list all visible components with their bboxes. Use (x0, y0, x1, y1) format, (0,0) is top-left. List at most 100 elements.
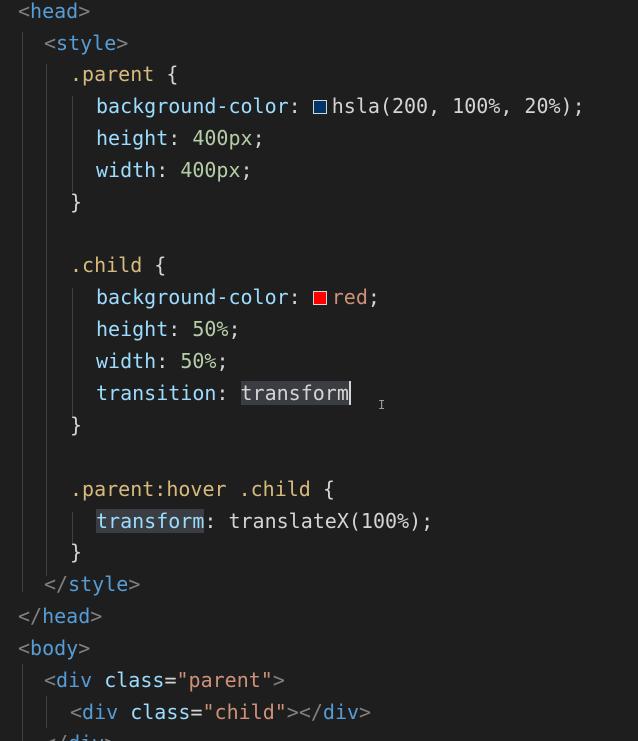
css-value: translateX(100%) (228, 509, 422, 533)
css-property: transition (96, 381, 217, 405)
tag-name: div (322, 700, 360, 724)
tag-open-bracket: </ (44, 572, 69, 596)
indent-guide (22, 32, 23, 592)
attribute-value: "parent" (176, 668, 273, 692)
attribute-name: class (104, 668, 165, 692)
brace: } (70, 540, 83, 564)
code-line[interactable]: } (70, 409, 82, 441)
equals: = (164, 668, 177, 692)
colon: : (288, 94, 313, 118)
tag-close-bracket: > (78, 0, 91, 23)
tag-open-bracket: < (70, 700, 83, 724)
brace: { (142, 253, 167, 277)
tag-open-bracket: < (44, 31, 57, 55)
code-line[interactable]: } (70, 186, 82, 218)
equals: = (190, 700, 203, 724)
code-line[interactable]: height: 400px; (96, 122, 265, 154)
code-editor[interactable]: <head> <style> .parent { background-colo… (0, 0, 638, 741)
indent-guide (22, 664, 23, 741)
semicolon: ; (216, 349, 229, 373)
tag-open-bracket: </ (44, 731, 68, 741)
mouse-cursor-icon: I (378, 398, 386, 412)
tag-open-bracket: < (44, 668, 57, 692)
text-caret (348, 381, 351, 405)
tag-name: div (56, 668, 93, 692)
css-value: 50% (180, 349, 217, 373)
color-swatch[interactable] (312, 291, 327, 305)
code-line[interactable]: .child { (70, 249, 166, 281)
indent-guide (46, 696, 47, 728)
code-line[interactable]: <div class="child"></div> (70, 696, 371, 728)
tag-open-bracket: < (18, 0, 31, 23)
tag-open-bracket: < (18, 636, 31, 660)
tag-close-bracket: > (104, 731, 116, 741)
tag-name: style (68, 572, 129, 596)
code-line[interactable]: </style> (44, 568, 140, 600)
color-swatch[interactable] (312, 100, 327, 114)
css-value: 50% (192, 317, 229, 341)
code-line[interactable]: transform: translateX(100%); (96, 505, 433, 537)
colon: : (288, 285, 313, 309)
css-selector: .parent:hover .child (70, 477, 311, 501)
code-line[interactable]: <head> (18, 0, 90, 27)
code-line[interactable]: background-color: red; (96, 281, 380, 313)
tag-close-bracket: > (128, 572, 141, 596)
code-line[interactable]: } (70, 536, 82, 568)
css-value: red (331, 285, 368, 309)
code-line[interactable]: <style> (44, 27, 128, 59)
code-line[interactable]: <body> (18, 632, 90, 664)
brace: { (154, 62, 179, 86)
tag-close-bracket: > (78, 636, 91, 660)
css-property: background-color (96, 94, 289, 118)
tag-name: div (68, 731, 104, 741)
css-value: hsla(200, 100%, 20%) (331, 94, 573, 118)
code-line[interactable]: .parent { (70, 58, 178, 90)
tag-name: head (30, 0, 79, 23)
attribute-name: class (130, 700, 191, 724)
colon: : (216, 381, 241, 405)
tag-close-bracket: > (90, 604, 103, 628)
indent-guide (72, 96, 73, 192)
colon: : (168, 317, 193, 341)
semicolon: ; (572, 94, 585, 118)
css-property: background-color (96, 285, 289, 309)
code-line[interactable]: background-color: hsla(200, 100%, 20%); (96, 90, 585, 122)
brace: } (70, 190, 83, 214)
colon: : (156, 349, 181, 373)
css-property: width (96, 349, 157, 373)
tag-name: style (56, 31, 117, 55)
colon: : (168, 126, 193, 150)
css-property: transform (96, 509, 205, 533)
tag-close-bracket: > (272, 668, 285, 692)
semicolon: ; (367, 285, 380, 309)
tag-close-bracket: ></ (286, 700, 323, 724)
brace: { (310, 477, 335, 501)
semicolon: ; (252, 126, 265, 150)
css-selector: .child (70, 253, 143, 277)
code-line[interactable]: .parent:hover .child { (70, 473, 335, 505)
code-line[interactable]: </div> (44, 727, 116, 741)
code-line[interactable]: height: 50%; (96, 313, 241, 345)
css-property: width (96, 158, 157, 182)
code-line[interactable]: <div class="parent"> (44, 664, 285, 696)
code-line[interactable]: </head> (18, 600, 102, 632)
indent-guide (72, 288, 73, 416)
tag-close-bracket: > (116, 31, 129, 55)
tag-open-bracket: </ (18, 604, 43, 628)
code-line[interactable]: transition: transform (96, 377, 351, 409)
css-value: 400px (192, 126, 253, 150)
tag-close-bracket: > (359, 700, 372, 724)
colon: : (156, 158, 181, 182)
css-value: 400px (180, 158, 241, 182)
indent-guide (46, 64, 47, 576)
selected-text: transform (240, 381, 349, 405)
semicolon: ; (228, 317, 241, 341)
brace: } (70, 413, 83, 437)
css-property: height (96, 126, 169, 150)
tag-name: head (42, 604, 91, 628)
code-line[interactable]: width: 50%; (96, 345, 228, 377)
code-line[interactable]: width: 400px; (96, 154, 253, 186)
semicolon: ; (240, 158, 253, 182)
